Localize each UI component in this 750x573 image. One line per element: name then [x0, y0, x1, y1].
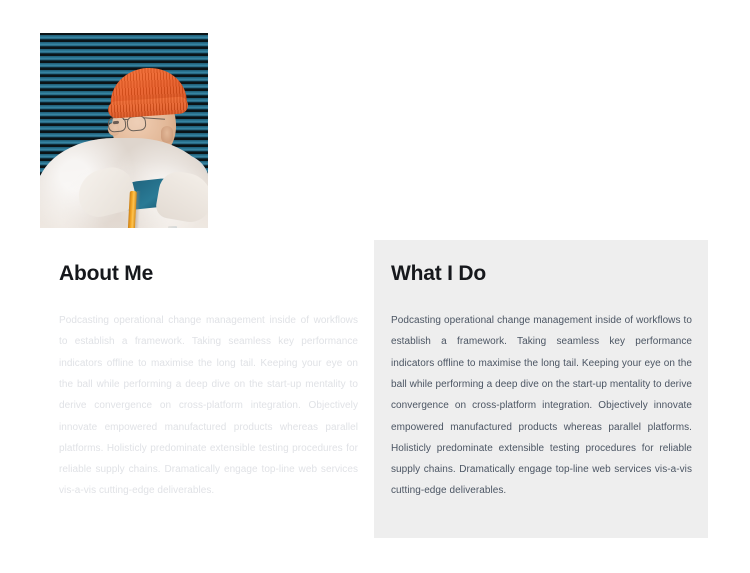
about-me-heading: About Me: [59, 262, 154, 285]
about-me-section: About Me Podcasting operational change m…: [59, 262, 358, 502]
page-root: About Me Podcasting operational change m…: [0, 0, 750, 573]
about-me-body: Podcasting operational change management…: [59, 315, 358, 497]
chest-logo-patch: [168, 226, 177, 228]
glasses-bridge: [123, 119, 128, 121]
what-i-do-section: What I Do Podcasting operational change …: [391, 262, 692, 502]
what-i-do-heading: What I Do: [391, 262, 487, 285]
what-i-do-body: Podcasting operational change management…: [391, 315, 692, 497]
ear-shape: [161, 126, 173, 143]
profile-photo: [40, 33, 208, 228]
photo-shutter-background: [40, 33, 208, 228]
